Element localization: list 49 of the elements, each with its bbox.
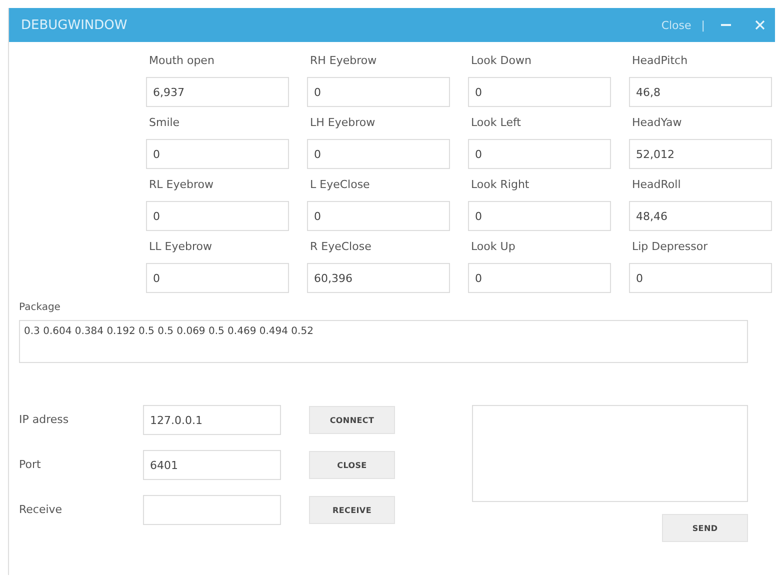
action-button[interactable]: CONNECT bbox=[309, 406, 395, 434]
input-field[interactable]: 0 bbox=[307, 77, 450, 107]
separator: | bbox=[701, 18, 705, 32]
close-icon[interactable] bbox=[755, 20, 765, 30]
input-field[interactable]: 0 bbox=[146, 263, 289, 293]
input-field[interactable]: 0 bbox=[307, 139, 450, 169]
field-label: HeadRoll bbox=[631, 178, 682, 192]
field-label: LL Eyebrow bbox=[148, 240, 213, 254]
field-label: HeadPitch bbox=[631, 54, 689, 68]
input-field[interactable] bbox=[143, 495, 281, 525]
input-field[interactable]: 0 bbox=[146, 201, 289, 231]
field-label: RH Eyebrow bbox=[309, 54, 378, 68]
field-label: Look Up bbox=[470, 240, 516, 254]
package-field[interactable]: 0.3 0.604 0.384 0.192 0.5 0.5 0.069 0.5 0.469 0.494 0.52 bbox=[19, 320, 748, 363]
input-field[interactable]: 0 bbox=[468, 201, 611, 231]
field-label: Mouth open bbox=[148, 54, 216, 68]
field-label: Port bbox=[19, 458, 42, 472]
input-field[interactable]: 0 bbox=[629, 263, 772, 293]
field-label: Look Down bbox=[470, 54, 532, 68]
input-field[interactable]: 0 bbox=[307, 201, 450, 231]
package-label: Package bbox=[19, 302, 62, 315]
input-field[interactable]: 46,8 bbox=[629, 77, 772, 107]
field-label: HeadYaw bbox=[631, 116, 683, 130]
field-label: RL Eyebrow bbox=[148, 178, 214, 192]
field-label: Look Right bbox=[470, 178, 530, 192]
message-field[interactable] bbox=[472, 405, 748, 502]
send-button[interactable]: SEND bbox=[662, 514, 748, 542]
field-label: L EyeClose bbox=[309, 178, 371, 192]
action-button[interactable]: RECEIVE bbox=[309, 496, 395, 524]
input-field[interactable]: 0 bbox=[468, 263, 611, 293]
field-label: Receive bbox=[19, 503, 64, 517]
input-field[interactable]: 0 bbox=[468, 77, 611, 107]
field-label: IP adress bbox=[19, 413, 70, 427]
input-field[interactable]: 127.0.0.1 bbox=[143, 405, 281, 435]
field-label: LH Eyebrow bbox=[309, 116, 376, 130]
minimize-icon[interactable] bbox=[721, 23, 731, 27]
input-field[interactable]: 6,937 bbox=[146, 77, 289, 107]
action-button[interactable]: CLOSE bbox=[309, 451, 395, 479]
field-label: Smile bbox=[148, 116, 181, 130]
input-field[interactable]: 52,012 bbox=[629, 139, 772, 169]
input-field[interactable]: 0 bbox=[146, 139, 289, 169]
field-label: Look Left bbox=[470, 116, 522, 130]
field-label: R EyeClose bbox=[309, 240, 372, 254]
field-label: Lip Depressor bbox=[631, 240, 709, 254]
input-field[interactable]: 6401 bbox=[143, 450, 281, 480]
input-field[interactable]: 48,46 bbox=[629, 201, 772, 231]
input-field[interactable]: 0 bbox=[468, 139, 611, 169]
window-title: DEBUGWINDOW bbox=[21, 18, 128, 32]
input-field[interactable]: 60,396 bbox=[307, 263, 450, 293]
